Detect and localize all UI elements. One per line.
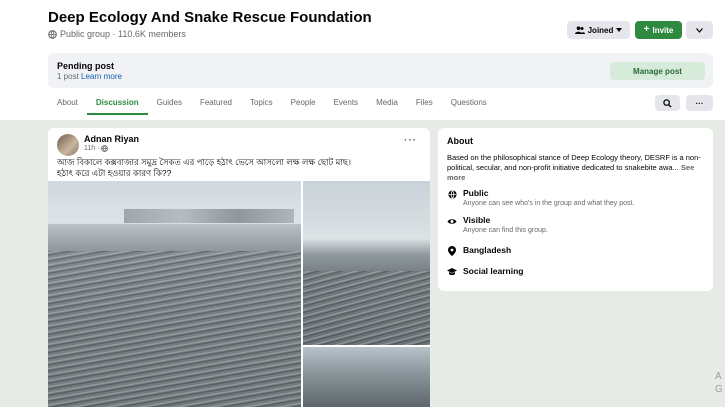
- post-text-line-1: আজ বিকালে কক্সবাজার সমুদ্র সৈকত এর পাড়ে…: [57, 157, 351, 167]
- pending-title: Pending post: [57, 61, 114, 71]
- about-panel: About Based on the philosophical stance …: [438, 128, 713, 291]
- more-dots-icon: ···: [695, 98, 704, 108]
- tab-topics[interactable]: Topics: [241, 93, 282, 115]
- pending-post-banner: Pending post 1 post Learn more Manage po…: [48, 53, 713, 88]
- photo-fish-shore: [303, 271, 430, 345]
- pending-count-text: 1 post: [57, 72, 79, 81]
- globe-icon: [447, 189, 457, 199]
- about-category: Social learning: [447, 266, 523, 277]
- visible-label: Visible: [463, 215, 491, 225]
- tab-media[interactable]: Media: [367, 93, 407, 115]
- post-time-text[interactable]: 11h ·: [84, 145, 99, 152]
- author-avatar[interactable]: [57, 134, 79, 156]
- post-time: 11h ·: [84, 145, 109, 152]
- chevron-down-icon: [696, 27, 703, 33]
- joined-label: Joined: [587, 25, 614, 35]
- about-location: Bangladesh: [447, 245, 511, 256]
- plus-icon: +: [643, 24, 650, 35]
- location-pin-icon: [447, 246, 457, 256]
- group-meta: Public group · 110.6K members: [48, 29, 186, 39]
- graduation-cap-icon: [447, 267, 457, 277]
- about-public: Public Anyone can see who's in the group…: [447, 188, 634, 207]
- watermark-text: A G: [715, 370, 723, 396]
- tab-events[interactable]: Events: [325, 93, 367, 115]
- post-author[interactable]: Adnan Riyan: [84, 134, 139, 144]
- invite-label: Invite: [652, 25, 674, 35]
- caret-down-icon: [616, 28, 623, 32]
- about-description: Based on the philosophical stance of Dee…: [447, 153, 705, 183]
- group-meta-text: Public group · 110.6K members: [60, 29, 186, 39]
- feed-post: Adnan Riyan 11h · ··· আজ বিকালে কক্সবাজা…: [48, 128, 430, 407]
- globe-icon: [101, 145, 109, 152]
- visible-sub: Anyone can find this group.: [463, 227, 548, 234]
- group-search-button[interactable]: [655, 95, 680, 111]
- tab-discussion[interactable]: Discussion: [86, 93, 148, 115]
- post-photo-main[interactable]: [48, 181, 301, 407]
- post-photo-secondary[interactable]: [303, 181, 430, 345]
- tab-questions[interactable]: Questions: [442, 93, 496, 115]
- post-options-button[interactable]: ···: [404, 135, 417, 146]
- photo-fish-shore: [48, 251, 301, 407]
- photo-tide: [48, 224, 301, 252]
- header-more-button[interactable]: [686, 21, 713, 39]
- learn-more-link[interactable]: Learn more: [81, 72, 122, 81]
- eye-icon: [447, 216, 457, 226]
- about-description-text: Based on the philosophical stance of Dee…: [447, 153, 701, 172]
- tab-featured[interactable]: Featured: [191, 93, 241, 115]
- pending-count: 1 post Learn more: [57, 72, 122, 81]
- post-photo-tertiary[interactable]: [303, 347, 430, 407]
- globe-icon: [48, 29, 57, 39]
- tab-guides[interactable]: Guides: [148, 93, 191, 115]
- about-title: About: [447, 136, 473, 146]
- category-label: Social learning: [463, 266, 524, 276]
- public-sub: Anyone can see who's in the group and wh…: [463, 200, 635, 207]
- photo-skyline: [124, 209, 294, 223]
- group-header: Deep Ecology And Snake Rescue Foundation…: [0, 0, 725, 120]
- people-icon: [574, 26, 585, 34]
- tab-files[interactable]: Files: [407, 93, 442, 115]
- watermark-line-1: A: [715, 371, 722, 382]
- tab-about[interactable]: About: [48, 93, 87, 115]
- search-icon: [663, 98, 672, 108]
- manage-post-button[interactable]: Manage post: [610, 62, 705, 80]
- group-tabs: About Discussion Guides Featured Topics …: [48, 93, 496, 115]
- public-label: Public: [463, 188, 489, 198]
- tabs-more-button[interactable]: ···: [686, 95, 713, 111]
- location-label: Bangladesh: [463, 245, 512, 255]
- tab-people[interactable]: People: [282, 93, 325, 115]
- post-text-line-2: হঠাৎ করে এটা হওয়ার কারণ কি??: [57, 168, 172, 178]
- about-visible: Visible Anyone can find this group.: [447, 215, 548, 234]
- post-text: আজ বিকালে কক্সবাজার সমুদ্র সৈকত এর পাড়ে…: [57, 157, 417, 179]
- invite-button[interactable]: + Invite: [635, 21, 682, 39]
- watermark-line-2: G: [715, 384, 723, 395]
- joined-button[interactable]: Joined: [567, 21, 630, 39]
- group-title[interactable]: Deep Ecology And Snake Rescue Foundation: [48, 9, 372, 26]
